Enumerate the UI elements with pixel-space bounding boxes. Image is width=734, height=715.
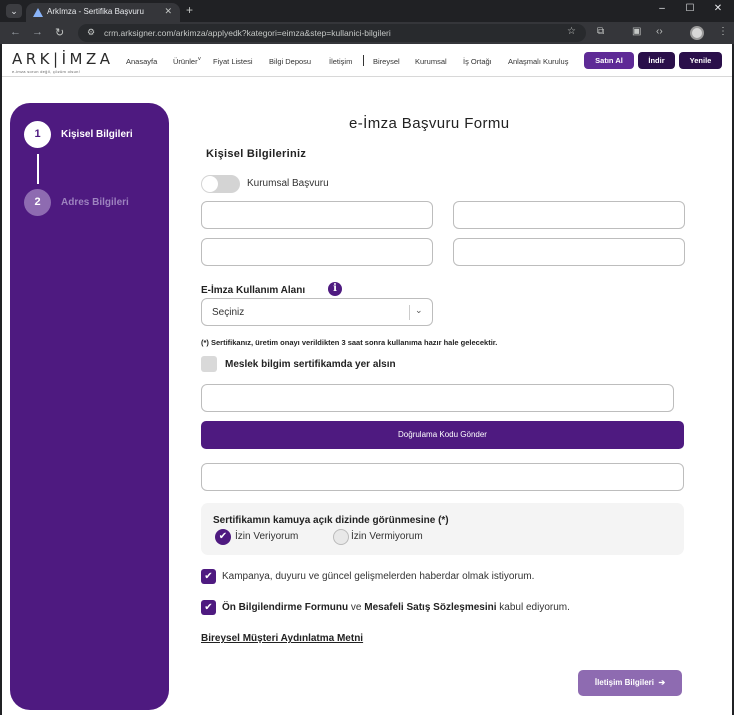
info-icon[interactable]: i [328, 282, 342, 296]
browser-toolbar: ← → ↻ ⚙ crm.arksigner.com/arkimza/applye… [0, 22, 734, 44]
nav-bireysel[interactable]: Bireysel [373, 57, 400, 66]
verification-code-input[interactable] [201, 463, 684, 491]
usage-area-label: E-İmza Kullanım Alanı [201, 285, 306, 296]
reload-icon[interactable]: ↻ [55, 26, 64, 39]
step-2-circle: 2 [24, 189, 51, 216]
tab-close-icon[interactable]: ✕ [164, 6, 172, 17]
application-form: e-İmza Başvuru Formu Kişisel Bilgilerini… [182, 103, 732, 715]
campaign-label: Kampanya, duyuru ve güncel gelişmelerden… [222, 571, 535, 582]
nav-fiyat-listesi[interactable]: Fiyat Listesi [213, 57, 253, 66]
arkimza-favicon-icon [33, 8, 43, 17]
nav-anlasmali-kurulus[interactable]: Anlaşmalı Kuruluş [508, 57, 568, 66]
allow-radio[interactable]: ✔ [215, 529, 231, 545]
browser-menu-icon[interactable]: ⋮ [718, 26, 728, 37]
deny-label: İzin Vermiyorum [351, 531, 423, 542]
nav-iletisim[interactable]: İletişim [329, 57, 352, 66]
section-title: Kişisel Bilgileriniz [206, 148, 307, 160]
profile-avatar[interactable] [690, 26, 704, 40]
back-icon[interactable]: ← [10, 26, 21, 38]
tab-title: ArkImza - Sertifika Başvuru [47, 7, 144, 16]
new-tab-button[interactable]: + [186, 3, 193, 17]
extensions-icon[interactable]: ⧉ [597, 26, 604, 37]
site-info-icon[interactable]: ⚙ [87, 27, 95, 38]
id-number-input[interactable] [201, 238, 433, 266]
distance-sales-link[interactable]: Mesafeli Satış Sözleşmesini [364, 602, 496, 613]
privacy-notice-link[interactable]: Bireysel Müşteri Aydınlatma Metni [201, 633, 363, 644]
maximize-button[interactable]: ☐ [683, 3, 697, 14]
profession-checkbox[interactable] [201, 356, 217, 372]
public-directory-consent: Sertifikamın kamuya açık dizinde görünme… [201, 503, 684, 555]
preliminary-info-link[interactable]: Ön Bilgilendirme Formunu [222, 602, 348, 613]
nav-urunler-label: Ürünler [173, 57, 198, 66]
logo-tagline: e-imza sorun değil, çözüm olsun! [12, 69, 81, 74]
renew-button[interactable]: Yenile [679, 52, 722, 69]
agreement-and: ve [348, 602, 365, 613]
step-sidebar: 1 Kişisel Bilgileri 2 Adres Bilgileri [10, 103, 169, 710]
allow-label: İzin Veriyorum [235, 531, 299, 542]
chevron-down-icon: ⌄ [415, 305, 423, 315]
url-text: crm.arksigner.com/arkimza/applyedk?kateg… [104, 28, 391, 38]
browser-tab[interactable]: ArkImza - Sertifika Başvuru ✕ [26, 3, 180, 22]
arkimza-logo[interactable]: ARK|İMZA e-imza sorun değil, çözüm olsun… [12, 50, 114, 74]
form-title: e-İmza Başvuru Formu [349, 115, 510, 132]
step-1-label: Kişisel Bilgileri [61, 129, 133, 140]
side-panel-icon[interactable]: ▣ [632, 26, 641, 37]
tab-search-icon[interactable]: ⌄ [6, 4, 22, 18]
select-divider [409, 305, 410, 320]
agreement-label: Ön Bilgilendirme Formunu ve Mesafeli Sat… [222, 602, 570, 613]
directory-consent-title: Sertifikamın kamuya açık dizinde görünme… [213, 515, 449, 526]
nav-anasayfa[interactable]: Anasayfa [126, 57, 157, 66]
close-window-button[interactable]: ✕ [711, 3, 725, 14]
nav-bilgi-deposu[interactable]: Bilgi Deposu [269, 57, 311, 66]
address-bar[interactable]: ⚙ crm.arksigner.com/arkimza/applyedk?kat… [78, 24, 586, 42]
corporate-toggle[interactable] [201, 175, 240, 193]
send-verification-code-button[interactable]: Doğrulama Kodu Gönder [201, 421, 684, 449]
buy-button[interactable]: Satın Al [584, 52, 634, 69]
chevron-down-icon: ˅ [197, 57, 202, 63]
nav-kurumsal[interactable]: Kurumsal [415, 57, 447, 66]
deny-radio[interactable] [333, 529, 349, 545]
devtools-icon[interactable]: ‹› [656, 26, 663, 37]
minimize-button[interactable]: – [655, 3, 669, 14]
arrow-right-icon: ➔ [658, 678, 666, 687]
next-step-label: İletişim Bilgileri [594, 678, 654, 687]
nav-is-ortagi[interactable]: İş Ortağı [463, 57, 492, 66]
browser-tab-bar: ⌄ ArkImza - Sertifika Başvuru ✕ + – ☐ ✕ [0, 0, 734, 22]
campaign-checkbox[interactable]: ✔ [201, 569, 216, 584]
agreement-checkbox[interactable]: ✔ [201, 600, 216, 615]
next-step-button[interactable]: İletişim Bilgileri ➔ [578, 670, 682, 696]
step-1-circle: 1 [24, 121, 51, 148]
birth-date-input[interactable] [453, 238, 685, 266]
certificate-note: (*) Sertifikanız, üretim onayı verildikt… [201, 338, 498, 347]
phone-input[interactable] [201, 384, 674, 412]
agreement-accept: kabul ediyorum. [496, 602, 570, 613]
logo-text: ARK|İMZA [12, 50, 114, 68]
name-input[interactable] [201, 201, 433, 229]
forward-icon[interactable]: → [32, 26, 43, 38]
download-button[interactable]: İndir [638, 52, 675, 69]
step-2-label: Adres Bilgileri [61, 197, 129, 208]
bookmark-star-icon[interactable]: ☆ [567, 26, 576, 37]
toggle-knob [202, 176, 218, 192]
site-header: ARK|İMZA e-imza sorun değil, çözüm olsun… [2, 44, 732, 77]
web-page: ARK|İMZA e-imza sorun değil, çözüm olsun… [2, 44, 732, 715]
usage-area-select[interactable]: Seçiniz ⌄ [201, 298, 433, 326]
surname-input[interactable] [453, 201, 685, 229]
nav-divider [363, 55, 364, 66]
usage-area-value: Seçiniz [212, 307, 245, 318]
profession-label: Meslek bilgim sertifikamda yer alsın [225, 359, 396, 370]
nav-urunler[interactable]: Ürünler˅ [173, 57, 201, 66]
corporate-toggle-label: Kurumsal Başvuru [247, 178, 329, 189]
step-connector [37, 154, 39, 184]
